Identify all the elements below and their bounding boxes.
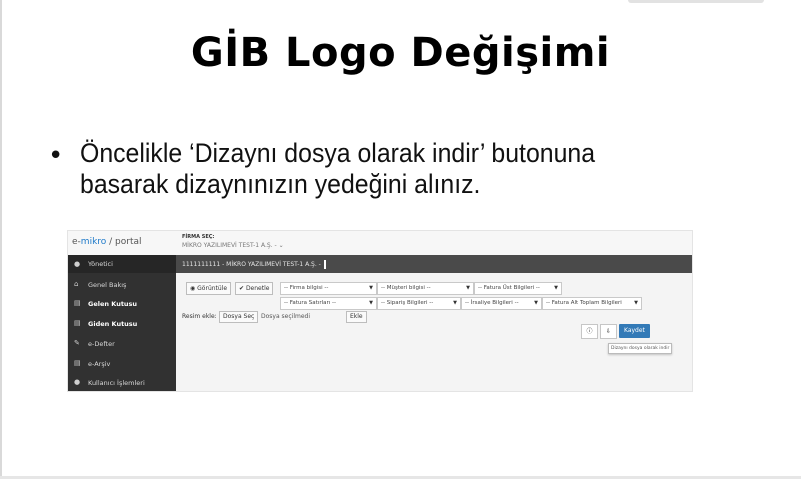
select-value: -- Müşteri bilgisi -- — [381, 285, 431, 291]
chevron-down-icon: ▼ — [453, 300, 457, 306]
chevron-down-icon: ▼ — [634, 300, 638, 306]
view-button-label: Görüntüle — [197, 285, 228, 292]
customer-info-select[interactable]: -- Müşteri bilgisi -- ▼ — [377, 282, 474, 295]
view-button[interactable]: ◉ Görüntüle — [186, 282, 232, 295]
no-file-text: Dosya seçilmedi — [261, 313, 311, 320]
chevron-down-icon: ▼ — [369, 285, 373, 291]
select-value: -- İrsaliye Bilgileri -- — [465, 300, 519, 306]
bullet-marker: • — [48, 141, 64, 171]
company-select-label: FİRMA SEÇ: — [182, 234, 215, 240]
sidebar-user[interactable]: ● Yönetici — [68, 255, 176, 273]
brand-logo[interactable]: e-mikro / portal — [72, 237, 142, 247]
sidebar-item-label: e-Defter — [88, 340, 115, 348]
sidebar-item-kullanici-islemleri[interactable]: ● Kullanıcı İşlemleri — [68, 373, 176, 391]
chevron-down-icon: ▼ — [466, 285, 470, 291]
sidebar: ● Yönetici ⌂ Genel Bakış ▤ Gelen Kutusu … — [68, 255, 176, 391]
invoice-lines-select[interactable]: -- Fatura Satırları -- ▼ — [280, 297, 377, 310]
sidebar-item-genel-bakis[interactable]: ⌂ Genel Bakış — [68, 275, 176, 295]
content-header-label: 1111111111 - MİKRO YAZILIMEVİ TEST-1 A.Ş… — [182, 261, 321, 268]
sidebar-item-gelen-kutusu[interactable]: ▤ Gelen Kutusu — [68, 294, 176, 314]
check-button[interactable]: ✔ Denetle — [235, 282, 274, 295]
embedded-screenshot: e-mikro / portal FİRMA SEÇ: MİKRO YAZILI… — [67, 230, 693, 392]
save-button[interactable]: Kaydet — [619, 324, 650, 338]
sidebar-item-label: Gelen Kutusu — [88, 300, 138, 308]
slide-title: GİB Logo Değişimi — [190, 30, 611, 76]
chevron-down-icon: ▼ — [554, 285, 558, 291]
company-select[interactable]: MİKRO YAZILIMEVİ TEST-1 A.Ş. - ⌄ — [182, 242, 284, 249]
sidebar-item-label: Genel Bakış — [88, 281, 127, 289]
sidebar-user-label: Yönetici — [88, 260, 113, 268]
brand-prefix: e- — [72, 237, 81, 247]
sidebar-item-giden-kutusu[interactable]: ▤ Giden Kutusu — [68, 314, 176, 334]
check-icon: ✔ — [239, 285, 246, 292]
info-icon[interactable]: ⓘ — [581, 324, 598, 339]
archive-icon: ▤ — [74, 359, 81, 367]
users-icon: ● — [74, 378, 81, 386]
outbox-icon: ▤ — [74, 319, 81, 327]
chevron-down-icon: ▼ — [369, 300, 373, 306]
user-icon: ● — [74, 260, 81, 268]
sidebar-item-e-arsiv[interactable]: ▤ e-Arşiv — [68, 354, 176, 374]
download-design-icon[interactable]: ⇩ — [600, 324, 617, 339]
inbox-icon: ▤ — [74, 299, 81, 307]
edit-icon: ✎ — [74, 339, 80, 347]
waybill-info-select[interactable]: -- İrsaliye Bilgileri -- ▼ — [461, 297, 542, 310]
text-cursor — [323, 260, 326, 269]
home-icon: ⌂ — [74, 280, 79, 288]
order-info-select[interactable]: -- Sipariş Bilgileri -- ▼ — [377, 297, 461, 310]
select-value: -- Fatura Satırları -- — [284, 300, 336, 306]
select-value: -- Fatura Alt Toplam Bilgileri — [546, 300, 622, 306]
sidebar-item-e-defter[interactable]: ✎ e-Defter — [68, 334, 176, 354]
chevron-down-icon: ▼ — [534, 300, 538, 306]
check-button-label: Denetle — [245, 285, 270, 292]
invoice-subtotal-select[interactable]: -- Fatura Alt Toplam Bilgileri ▼ — [542, 297, 642, 310]
add-image-button[interactable]: Ekle — [346, 311, 367, 323]
select-value: -- Fatura Üst Bilgileri -- — [478, 285, 540, 291]
slide-corner-shadow — [628, 0, 764, 3]
app-topbar: e-mikro / portal FİRMA SEÇ: MİKRO YAZILI… — [68, 231, 692, 256]
bullet-text: Öncelikle ‘Dizaynı dosya olarak indir’ b… — [80, 138, 596, 199]
sidebar-item-label: Giden Kutusu — [88, 320, 138, 328]
company-info-select[interactable]: -- Firma bilgisi -- ▼ — [280, 282, 377, 295]
select-value: -- Sipariş Bilgileri -- — [381, 300, 434, 306]
select-value: -- Firma bilgisi -- — [284, 285, 329, 291]
sidebar-item-label: Kullanıcı İşlemleri — [88, 379, 145, 387]
download-design-tooltip: Dizaynı dosya olarak indir — [608, 343, 673, 354]
image-upload-label: Resim ekle: — [182, 313, 217, 320]
sidebar-item-label: e-Arşiv — [88, 360, 111, 368]
brand-accent: mikro — [80, 237, 107, 247]
content-header-text: 1111111111 - MİKRO YAZILIMEVİ TEST-1 A.Ş… — [182, 260, 326, 269]
invoice-header-select[interactable]: -- Fatura Üst Bilgileri -- ▼ — [474, 282, 562, 295]
brand-suffix: / portal — [106, 237, 142, 247]
content-header-bar: 1111111111 - MİKRO YAZILIMEVİ TEST-1 A.Ş… — [176, 255, 692, 273]
choose-file-button[interactable]: Dosya Seç — [219, 311, 259, 323]
